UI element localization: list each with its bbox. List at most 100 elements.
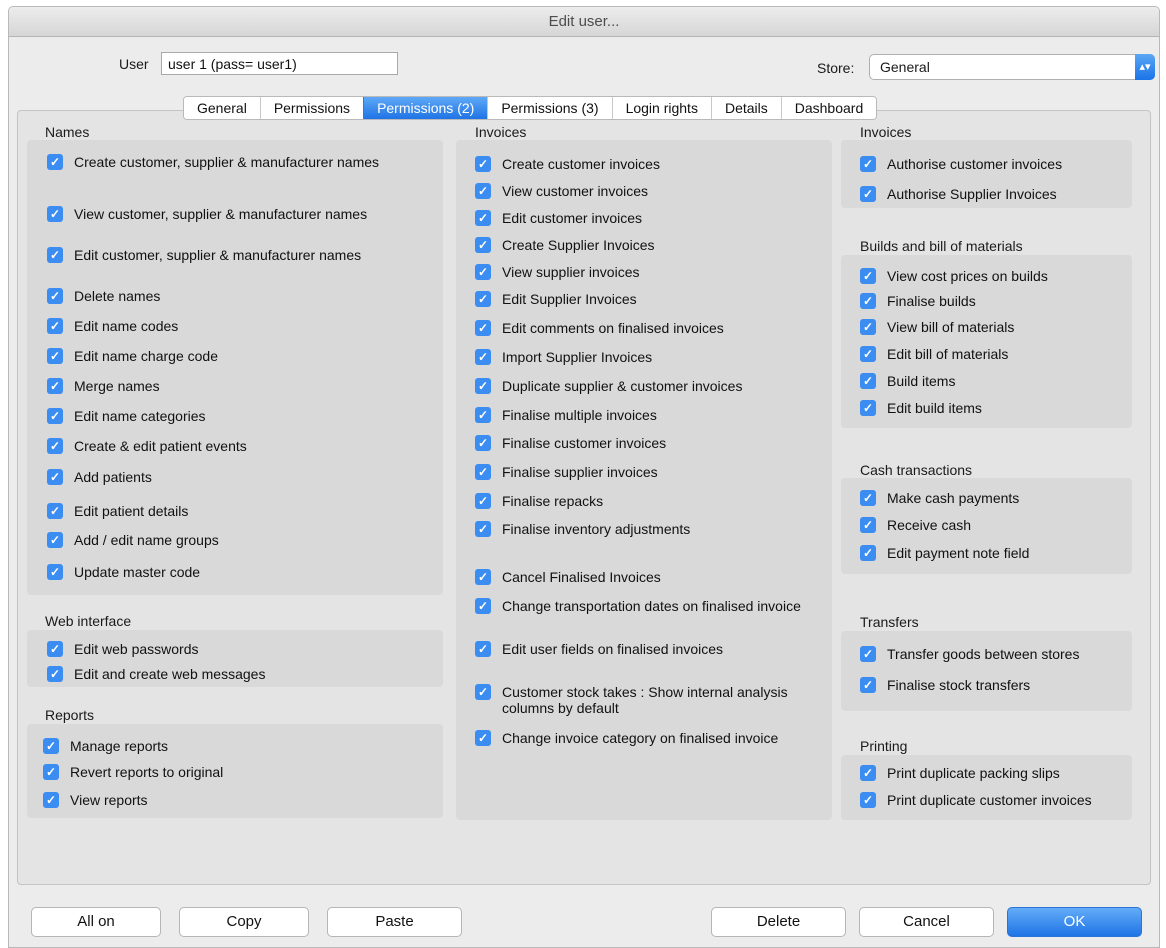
permission-checkbox-item[interactable]: ✓ Receive cash [860,517,1130,533]
checkmark-icon[interactable]: ✓ [47,378,63,394]
checkmark-icon[interactable]: ✓ [475,569,491,585]
checkmark-icon[interactable]: ✓ [47,666,63,682]
permission-checkbox-item[interactable]: ✓ Transfer goods between stores [860,646,1130,662]
checkmark-icon[interactable]: ✓ [475,464,491,480]
checkmark-icon[interactable]: ✓ [860,156,876,172]
permission-checkbox-item[interactable]: ✓ Finalise builds [860,293,1130,309]
permission-checkbox-item[interactable]: ✓ Import Supplier Invoices [475,349,815,365]
checkmark-icon[interactable]: ✓ [860,346,876,362]
checkmark-icon[interactable]: ✓ [475,349,491,365]
checkmark-icon[interactable]: ✓ [47,641,63,657]
permission-checkbox-item[interactable]: ✓ View cost prices on builds [860,268,1130,284]
checkmark-icon[interactable]: ✓ [475,730,491,746]
checkmark-icon[interactable]: ✓ [47,318,63,334]
checkmark-icon[interactable]: ✓ [475,435,491,451]
permission-checkbox-item[interactable]: ✓ Edit patient details [47,503,427,519]
permission-checkbox-item[interactable]: ✓ Edit name categories [47,408,427,424]
checkmark-icon[interactable]: ✓ [860,765,876,781]
checkmark-icon[interactable]: ✓ [43,764,59,780]
checkmark-icon[interactable]: ✓ [860,373,876,389]
permission-checkbox-item[interactable]: ✓ Edit payment note field [860,545,1130,561]
permission-checkbox-item[interactable]: ✓ Add patients [47,469,427,485]
checkmark-icon[interactable]: ✓ [475,684,491,700]
checkmark-icon[interactable]: ✓ [475,641,491,657]
checkmark-icon[interactable]: ✓ [47,408,63,424]
paste-button[interactable]: Paste [327,907,462,937]
checkmark-icon[interactable]: ✓ [860,268,876,284]
permission-checkbox-item[interactable]: ✓ Edit bill of materials [860,346,1130,362]
permission-checkbox-item[interactable]: ✓ Edit name charge code [47,348,427,364]
permission-checkbox-item[interactable]: ✓ Edit customer, supplier & manufacturer … [47,247,427,263]
checkmark-icon[interactable]: ✓ [475,598,491,614]
store-select[interactable]: General ▴▾ [869,54,1155,80]
tab-login-rights[interactable]: Login rights [611,97,711,119]
checkmark-icon[interactable]: ✓ [860,186,876,202]
permission-checkbox-item[interactable]: ✓ Finalise multiple invoices [475,407,815,423]
user-input[interactable] [161,52,398,75]
permission-checkbox-item[interactable]: ✓ View customer invoices [475,183,815,199]
all-on-button[interactable]: All on [31,907,161,937]
checkmark-icon[interactable]: ✓ [860,646,876,662]
tab-permissions-3[interactable]: Permissions (3) [487,97,612,119]
checkmark-icon[interactable]: ✓ [475,183,491,199]
permission-checkbox-item[interactable]: ✓ Edit customer invoices [475,210,815,226]
checkmark-icon[interactable]: ✓ [475,521,491,537]
checkmark-icon[interactable]: ✓ [860,517,876,533]
permission-checkbox-item[interactable]: ✓ Make cash payments [860,490,1130,506]
checkmark-icon[interactable]: ✓ [860,400,876,416]
checkmark-icon[interactable]: ✓ [860,792,876,808]
permission-checkbox-item[interactable]: ✓ Revert reports to original [43,764,423,780]
checkmark-icon[interactable]: ✓ [43,738,59,754]
ok-button[interactable]: OK [1007,907,1142,937]
permission-checkbox-item[interactable]: ✓ Update master code [47,564,427,580]
permission-checkbox-item[interactable]: ✓ Edit user fields on finalised invoices [475,641,815,657]
checkmark-icon[interactable]: ✓ [47,469,63,485]
checkmark-icon[interactable]: ✓ [860,677,876,693]
permission-checkbox-item[interactable]: ✓ Edit Supplier Invoices [475,291,815,307]
permission-checkbox-item[interactable]: ✓ Finalise customer invoices [475,435,815,451]
checkmark-icon[interactable]: ✓ [47,564,63,580]
checkmark-icon[interactable]: ✓ [47,154,63,170]
permission-checkbox-item[interactable]: ✓ Authorise Supplier Invoices [860,186,1130,202]
permission-checkbox-item[interactable]: ✓ Print duplicate customer invoices [860,792,1130,808]
tab-permissions[interactable]: Permissions [259,97,364,119]
permission-checkbox-item[interactable]: ✓ Finalise inventory adjustments [475,521,815,537]
permission-checkbox-item[interactable]: ✓ Edit comments on finalised invoices [475,320,815,336]
permission-checkbox-item[interactable]: ✓ Create Supplier Invoices [475,237,815,253]
permission-checkbox-item[interactable]: ✓ View supplier invoices [475,264,815,280]
checkmark-icon[interactable]: ✓ [47,247,63,263]
permission-checkbox-item[interactable]: ✓ Change transportation dates on finalise… [475,598,815,614]
permission-checkbox-item[interactable]: ✓ Merge names [47,378,427,394]
checkmark-icon[interactable]: ✓ [475,264,491,280]
permission-checkbox-item[interactable]: ✓ Build items [860,373,1130,389]
permission-checkbox-item[interactable]: ✓ View reports [43,792,423,808]
cancel-button[interactable]: Cancel [859,907,994,937]
tab-dashboard[interactable]: Dashboard [780,97,877,119]
permission-checkbox-item[interactable]: ✓ Authorise customer invoices [860,156,1130,172]
checkmark-icon[interactable]: ✓ [475,407,491,423]
permission-checkbox-item[interactable]: ✓ Create & edit patient events [47,438,427,454]
permission-checkbox-item[interactable]: ✓ Finalise repacks [475,493,815,509]
permission-checkbox-item[interactable]: ✓ Edit name codes [47,318,427,334]
permission-checkbox-item[interactable]: ✓ Edit and create web messages [47,666,427,682]
permission-checkbox-item[interactable]: ✓ Duplicate supplier & customer invoices [475,378,815,394]
checkmark-icon[interactable]: ✓ [47,503,63,519]
checkmark-icon[interactable]: ✓ [47,288,63,304]
permission-checkbox-item[interactable]: ✓ Edit build items [860,400,1130,416]
checkmark-icon[interactable]: ✓ [43,792,59,808]
checkmark-icon[interactable]: ✓ [475,320,491,336]
permission-checkbox-item[interactable]: ✓ Create customer invoices [475,156,815,172]
permission-checkbox-item[interactable]: ✓ Manage reports [43,738,423,754]
copy-button[interactable]: Copy [179,907,309,937]
permission-checkbox-item[interactable]: ✓ Delete names [47,288,427,304]
permission-checkbox-item[interactable]: ✓ Edit web passwords [47,641,427,657]
checkmark-icon[interactable]: ✓ [860,490,876,506]
delete-button[interactable]: Delete [711,907,846,937]
tab-general[interactable]: General [184,97,260,119]
checkmark-icon[interactable]: ✓ [475,210,491,226]
checkmark-icon[interactable]: ✓ [47,532,63,548]
permission-checkbox-item[interactable]: ✓ Change invoice category on finalised in… [475,730,815,746]
checkmark-icon[interactable]: ✓ [860,319,876,335]
checkmark-icon[interactable]: ✓ [860,293,876,309]
permission-checkbox-item[interactable]: ✓ Print duplicate packing slips [860,765,1130,781]
